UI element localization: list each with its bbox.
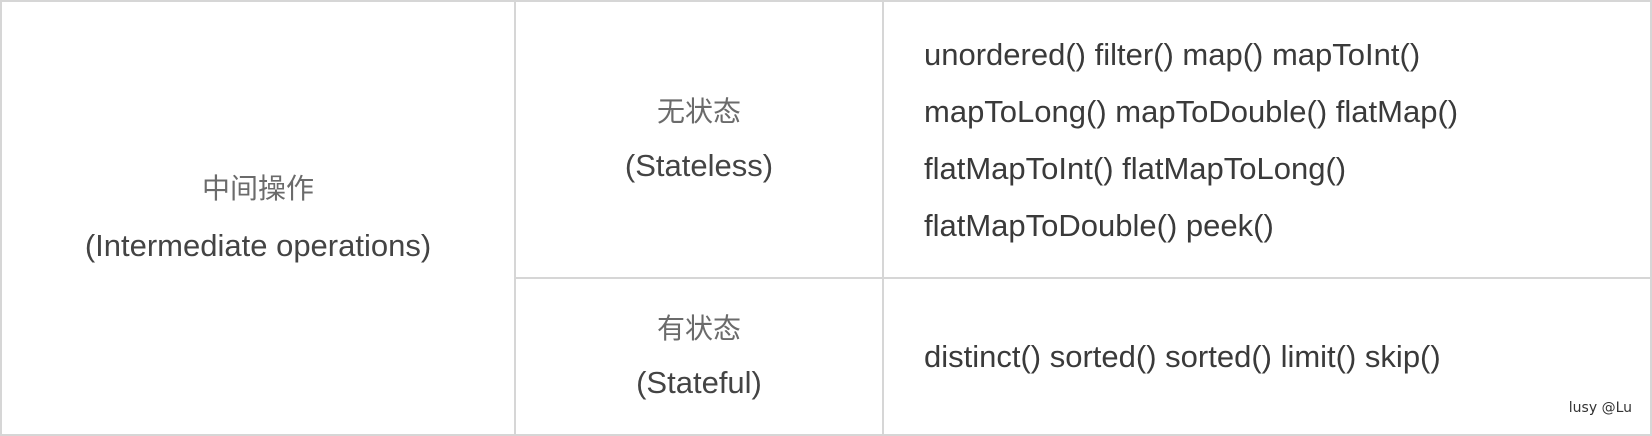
method-line: mapToLong() mapToDouble() flatMap() xyxy=(924,93,1459,129)
method-line: flatMapToDouble() peek() xyxy=(924,207,1274,243)
stateless-row: 中间操作 (Intermediate operations) 无状态 (Stat… xyxy=(0,0,1652,436)
watermark: lusy @Lu xyxy=(1568,400,1632,416)
stateless-label-cn: 无状态 xyxy=(656,95,741,129)
stateful-label-cn: 有状态 xyxy=(656,312,741,346)
category-label-cn: 中间操作 xyxy=(201,171,314,205)
method-line: distinct() sorted() sorted() limit() ski… xyxy=(924,339,1441,374)
category-label-en: (Intermediate operations) xyxy=(84,228,432,264)
method-line: unordered() filter() map() mapToInt() xyxy=(924,36,1421,72)
category-cell: 中间操作 (Intermediate operations) xyxy=(0,0,516,436)
method-line: flatMapToInt() flatMapToLong() xyxy=(924,150,1347,186)
stateful-label-en: (Stateful) xyxy=(636,364,762,400)
stream-operations-table: 中间操作 (Intermediate operations) 无状态 (Stat… xyxy=(0,0,1652,436)
stateless-label-en: (Stateless) xyxy=(624,147,774,183)
stateless-methods-cell: unordered() filter() map() mapToInt() ma… xyxy=(882,0,1652,279)
stateless-label-cell: 无状态 (Stateless) xyxy=(514,0,884,279)
stateful-methods-cell: distinct() sorted() sorted() limit() ski… xyxy=(882,277,1652,436)
stateful-label-cell: 有状态 (Stateful) xyxy=(514,277,884,436)
